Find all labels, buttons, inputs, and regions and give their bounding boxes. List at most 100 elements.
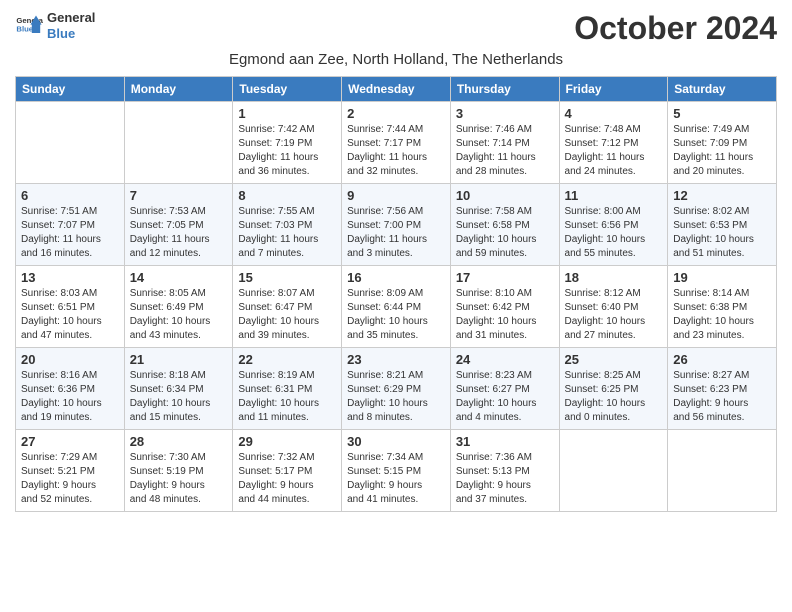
- day-detail: Sunrise: 8:18 AM Sunset: 6:34 PM Dayligh…: [130, 370, 211, 423]
- day-detail: Sunrise: 7:53 AM Sunset: 7:05 PM Dayligh…: [130, 206, 210, 259]
- day-detail: Sunrise: 8:03 AM Sunset: 6:51 PM Dayligh…: [21, 288, 102, 341]
- calendar-week-row: 1 Sunrise: 7:42 AM Sunset: 7:19 PM Daylig…: [16, 102, 777, 184]
- day-detail: Sunrise: 8:07 AM Sunset: 6:47 PM Dayligh…: [238, 288, 319, 341]
- table-row: 12 Sunrise: 8:02 AM Sunset: 6:53 PM Dayli…: [668, 184, 777, 266]
- day-number: 22: [238, 352, 336, 367]
- col-wednesday: Wednesday: [342, 77, 451, 102]
- day-detail: Sunrise: 7:49 AM Sunset: 7:09 PM Dayligh…: [673, 124, 753, 177]
- day-detail: Sunrise: 7:48 AM Sunset: 7:12 PM Dayligh…: [565, 124, 645, 177]
- month-title: October 2024: [574, 10, 777, 47]
- day-detail: Sunrise: 8:23 AM Sunset: 6:27 PM Dayligh…: [456, 370, 537, 423]
- table-row: 23Sunrise: 8:21 AM Sunset: 6:29 PM Dayli…: [342, 348, 451, 430]
- table-row: [559, 430, 668, 512]
- table-row: 14 Sunrise: 8:05 AM Sunset: 6:49 PM Dayli…: [124, 266, 233, 348]
- table-row: [668, 430, 777, 512]
- day-detail: Sunrise: 7:36 AM Sunset: 5:13 PM Dayligh…: [456, 452, 532, 505]
- page-container: General Blue General Blue October 2024 E…: [15, 10, 777, 512]
- table-row: 27 Sunrise: 7:29 AM Sunset: 5:21 PM Dayli…: [16, 430, 125, 512]
- table-row: 31 Sunrise: 7:36 AM Sunset: 5:13 PM Dayli…: [450, 430, 559, 512]
- col-sunday: Sunday: [16, 77, 125, 102]
- table-row: 13Sunrise: 8:03 AM Sunset: 6:51 PM Dayli…: [16, 266, 125, 348]
- col-saturday: Saturday: [668, 77, 777, 102]
- header: General Blue General Blue October 2024: [15, 10, 777, 47]
- logo-text: General Blue: [47, 10, 95, 41]
- day-number: 25: [565, 352, 663, 367]
- day-detail: Sunrise: 8:02 AM Sunset: 6:53 PM Dayligh…: [673, 206, 754, 259]
- table-row: 15 Sunrise: 8:07 AM Sunset: 6:47 PM Dayli…: [233, 266, 342, 348]
- day-number: 10: [456, 188, 554, 203]
- logo-blue: Blue: [47, 26, 95, 42]
- calendar-week-row: 13Sunrise: 8:03 AM Sunset: 6:51 PM Dayli…: [16, 266, 777, 348]
- day-number: 21: [130, 352, 228, 367]
- day-number: 29: [238, 434, 336, 449]
- table-row: 9 Sunrise: 7:56 AM Sunset: 7:00 PM Daylig…: [342, 184, 451, 266]
- day-detail: Sunrise: 7:30 AM Sunset: 5:19 PM Dayligh…: [130, 452, 206, 505]
- day-detail: Sunrise: 7:46 AM Sunset: 7:14 PM Dayligh…: [456, 124, 536, 177]
- day-number: 19: [673, 270, 771, 285]
- day-detail: Sunrise: 8:25 AM Sunset: 6:25 PM Dayligh…: [565, 370, 646, 423]
- col-thursday: Thursday: [450, 77, 559, 102]
- table-row: 7 Sunrise: 7:53 AM Sunset: 7:05 PM Daylig…: [124, 184, 233, 266]
- day-number: 4: [565, 106, 663, 121]
- day-detail: Sunrise: 7:56 AM Sunset: 7:00 PM Dayligh…: [347, 206, 427, 259]
- table-row: 1 Sunrise: 7:42 AM Sunset: 7:19 PM Daylig…: [233, 102, 342, 184]
- day-detail: Sunrise: 8:09 AM Sunset: 6:44 PM Dayligh…: [347, 288, 428, 341]
- day-number: 5: [673, 106, 771, 121]
- table-row: 21 Sunrise: 8:18 AM Sunset: 6:34 PM Dayli…: [124, 348, 233, 430]
- table-row: 10Sunrise: 7:58 AM Sunset: 6:58 PM Dayli…: [450, 184, 559, 266]
- col-friday: Friday: [559, 77, 668, 102]
- day-detail: Sunrise: 8:14 AM Sunset: 6:38 PM Dayligh…: [673, 288, 754, 341]
- day-number: 28: [130, 434, 228, 449]
- day-detail: Sunrise: 7:32 AM Sunset: 5:17 PM Dayligh…: [238, 452, 314, 505]
- day-number: 17: [456, 270, 554, 285]
- calendar-table: Sunday Monday Tuesday Wednesday Thursday…: [15, 76, 777, 512]
- day-number: 14: [130, 270, 228, 285]
- day-number: 7: [130, 188, 228, 203]
- logo: General Blue General Blue: [15, 10, 95, 41]
- day-detail: Sunrise: 8:12 AM Sunset: 6:40 PM Dayligh…: [565, 288, 646, 341]
- table-row: 19 Sunrise: 8:14 AM Sunset: 6:38 PM Dayli…: [668, 266, 777, 348]
- day-number: 31: [456, 434, 554, 449]
- day-number: 18: [565, 270, 663, 285]
- day-number: 26: [673, 352, 771, 367]
- day-number: 1: [238, 106, 336, 121]
- table-row: 2Sunrise: 7:44 AM Sunset: 7:17 PM Daylig…: [342, 102, 451, 184]
- table-row: 5 Sunrise: 7:49 AM Sunset: 7:09 PM Daylig…: [668, 102, 777, 184]
- table-row: 3 Sunrise: 7:46 AM Sunset: 7:14 PM Daylig…: [450, 102, 559, 184]
- day-number: 23: [347, 352, 445, 367]
- table-row: [124, 102, 233, 184]
- table-row: 6 Sunrise: 7:51 AM Sunset: 7:07 PM Daylig…: [16, 184, 125, 266]
- day-detail: Sunrise: 8:05 AM Sunset: 6:49 PM Dayligh…: [130, 288, 211, 341]
- table-row: 18 Sunrise: 8:12 AM Sunset: 6:40 PM Dayli…: [559, 266, 668, 348]
- calendar-week-row: 20Sunrise: 8:16 AM Sunset: 6:36 PM Dayli…: [16, 348, 777, 430]
- svg-text:Blue: Blue: [16, 24, 33, 33]
- table-row: 28 Sunrise: 7:30 AM Sunset: 5:19 PM Dayli…: [124, 430, 233, 512]
- day-detail: Sunrise: 8:16 AM Sunset: 6:36 PM Dayligh…: [21, 370, 102, 423]
- day-detail: Sunrise: 8:19 AM Sunset: 6:31 PM Dayligh…: [238, 370, 319, 423]
- subtitle: Egmond aan Zee, North Holland, The Nethe…: [15, 51, 777, 68]
- day-number: 12: [673, 188, 771, 203]
- table-row: 16Sunrise: 8:09 AM Sunset: 6:44 PM Dayli…: [342, 266, 451, 348]
- day-detail: Sunrise: 7:34 AM Sunset: 5:15 PM Dayligh…: [347, 452, 423, 505]
- day-number: 9: [347, 188, 445, 203]
- logo-general: General: [47, 10, 95, 26]
- day-number: 3: [456, 106, 554, 121]
- calendar-header-row: Sunday Monday Tuesday Wednesday Thursday…: [16, 77, 777, 102]
- logo-icon: General Blue: [15, 12, 43, 40]
- table-row: 24Sunrise: 8:23 AM Sunset: 6:27 PM Dayli…: [450, 348, 559, 430]
- day-detail: Sunrise: 8:10 AM Sunset: 6:42 PM Dayligh…: [456, 288, 537, 341]
- calendar-week-row: 27 Sunrise: 7:29 AM Sunset: 5:21 PM Dayli…: [16, 430, 777, 512]
- table-row: 11Sunrise: 8:00 AM Sunset: 6:56 PM Dayli…: [559, 184, 668, 266]
- table-row: 17 Sunrise: 8:10 AM Sunset: 6:42 PM Dayli…: [450, 266, 559, 348]
- day-detail: Sunrise: 7:51 AM Sunset: 7:07 PM Dayligh…: [21, 206, 101, 259]
- day-number: 6: [21, 188, 119, 203]
- day-number: 15: [238, 270, 336, 285]
- table-row: 20Sunrise: 8:16 AM Sunset: 6:36 PM Dayli…: [16, 348, 125, 430]
- day-detail: Sunrise: 7:42 AM Sunset: 7:19 PM Dayligh…: [238, 124, 318, 177]
- day-detail: Sunrise: 7:29 AM Sunset: 5:21 PM Dayligh…: [21, 452, 97, 505]
- table-row: 22 Sunrise: 8:19 AM Sunset: 6:31 PM Dayli…: [233, 348, 342, 430]
- day-number: 27: [21, 434, 119, 449]
- day-detail: Sunrise: 8:27 AM Sunset: 6:23 PM Dayligh…: [673, 370, 749, 423]
- day-number: 11: [565, 188, 663, 203]
- table-row: 30Sunrise: 7:34 AM Sunset: 5:15 PM Dayli…: [342, 430, 451, 512]
